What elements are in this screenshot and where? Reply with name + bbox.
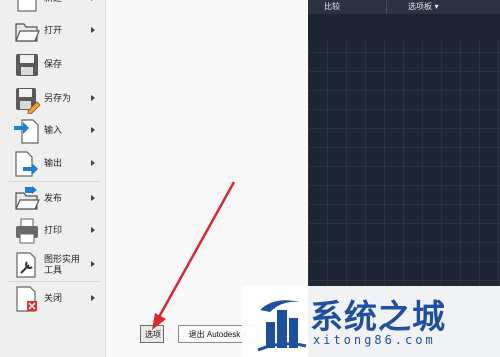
watermark-url: xitong86.com bbox=[313, 333, 436, 347]
watermark-title: 系统之城 bbox=[310, 297, 446, 336]
watermark-logo-icon bbox=[257, 300, 307, 352]
